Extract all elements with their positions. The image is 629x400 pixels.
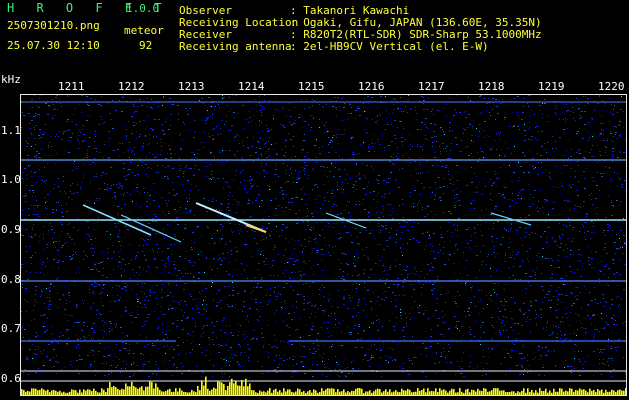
- time-tick: 1214: [238, 80, 265, 93]
- antenna-value: : 2el-HB9CV Vertical (el. E-W): [290, 40, 489, 53]
- time-tick: 1219: [538, 80, 565, 93]
- axis-unit-label: kHz: [1, 73, 21, 86]
- mode-label: meteor: [124, 24, 164, 37]
- freq-tick: 0.8: [1, 273, 21, 286]
- freq-tick: 0.9: [1, 223, 21, 236]
- header-panel: H R O F F T 1.0.0 2507301210.png meteor …: [0, 0, 629, 76]
- time-tick: 1212: [118, 80, 145, 93]
- freq-tick: 0.6: [1, 372, 21, 385]
- noise-field: [21, 95, 626, 377]
- spectrogram-panel: [20, 94, 627, 396]
- freq-tick: 1.1: [1, 124, 21, 137]
- app-version: 1.0.0: [126, 2, 160, 15]
- meteor-count: 92: [139, 39, 153, 52]
- amplitude-bars: [21, 376, 626, 395]
- freq-tick: 0.7: [1, 322, 21, 335]
- time-tick: 1218: [478, 80, 505, 93]
- time-tick: 1220: [598, 80, 625, 93]
- time-tick: 1217: [418, 80, 445, 93]
- antenna-label: Receiving antenna: [179, 40, 292, 53]
- datetime: 25.07.30 12:10: [7, 39, 100, 52]
- carrier-lines: [21, 101, 626, 382]
- spectrogram-svg: [21, 95, 626, 395]
- time-tick: 1215: [298, 80, 325, 93]
- time-tick: 1213: [178, 80, 205, 93]
- time-tick: 1211: [58, 80, 85, 93]
- freq-tick: 1.0: [1, 173, 21, 186]
- time-tick: 1216: [358, 80, 385, 93]
- file-name: 2507301210.png: [7, 19, 100, 32]
